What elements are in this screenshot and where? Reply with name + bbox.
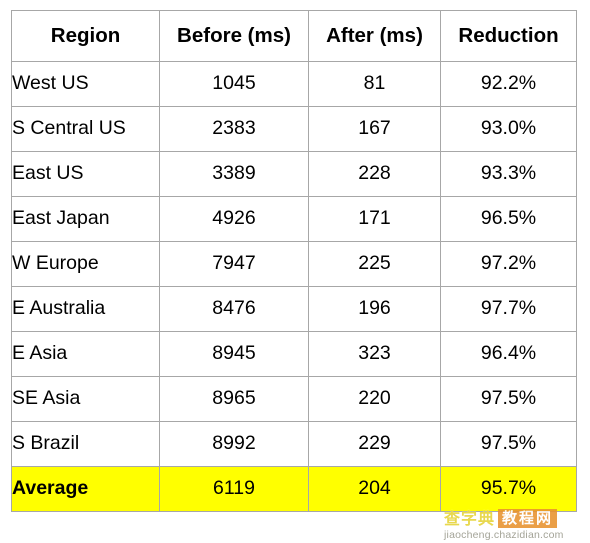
cell-region[interactable]: S Central US [11, 106, 160, 152]
table-body: West US 1045 81 92.2% S Central US 2383 167 93.… [11, 61, 577, 512]
table-row: S Brazil 8992 229 97.5% [11, 421, 577, 467]
spreadsheet-canvas: Region Before (ms) After (ms) Reduction … [0, 0, 590, 543]
cell-before[interactable]: 8992 [159, 421, 309, 467]
cell-region[interactable]: East US [11, 151, 160, 197]
column-header-reduction[interactable]: Reduction [440, 10, 577, 62]
table-row: East US 3389 228 93.3% [11, 151, 577, 197]
cell-reduction[interactable]: 96.5% [440, 196, 577, 242]
table-row: S Central US 2383 167 93.0% [11, 106, 577, 152]
table-row: Average 6119 204 95.7% [11, 466, 577, 512]
cell-region[interactable]: S Brazil [11, 421, 160, 467]
cell-after[interactable]: 220 [308, 376, 441, 422]
cell-reduction[interactable]: 92.2% [440, 61, 577, 107]
table-header-row: Region Before (ms) After (ms) Reduction [11, 10, 577, 62]
column-header-after[interactable]: After (ms) [308, 10, 441, 62]
site-watermark: 查字典 教程网 jiaocheng.chazidian.com [444, 509, 588, 541]
cell-after[interactable]: 228 [308, 151, 441, 197]
cell-after[interactable]: 167 [308, 106, 441, 152]
cell-region[interactable]: SE Asia [11, 376, 160, 422]
cell-before[interactable]: 2383 [159, 106, 309, 152]
table-row: E Asia 8945 323 96.4% [11, 331, 577, 377]
cell-reduction[interactable]: 97.7% [440, 286, 577, 332]
cell-region[interactable]: West US [11, 61, 160, 107]
cell-before[interactable]: 8965 [159, 376, 309, 422]
cell-before[interactable]: 1045 [159, 61, 309, 107]
latency-comparison-table: Region Before (ms) After (ms) Reduction … [11, 10, 577, 512]
cell-before[interactable]: 8476 [159, 286, 309, 332]
cell-before[interactable]: 7947 [159, 241, 309, 287]
cell-reduction[interactable]: 97.2% [440, 241, 577, 287]
column-header-before[interactable]: Before (ms) [159, 10, 309, 62]
cell-reduction[interactable]: 96.4% [440, 331, 577, 377]
cell-region[interactable]: E Asia [11, 331, 160, 377]
cell-after[interactable]: 204 [308, 466, 441, 512]
cell-after[interactable]: 171 [308, 196, 441, 242]
cell-region[interactable]: East Japan [11, 196, 160, 242]
table-row: East Japan 4926 171 96.5% [11, 196, 577, 242]
table-row: W Europe 7947 225 97.2% [11, 241, 577, 287]
cell-before[interactable]: 3389 [159, 151, 309, 197]
cell-after[interactable]: 323 [308, 331, 441, 377]
cell-reduction[interactable]: 95.7% [440, 466, 577, 512]
column-header-region[interactable]: Region [11, 10, 160, 62]
cell-reduction[interactable]: 93.0% [440, 106, 577, 152]
cell-after[interactable]: 225 [308, 241, 441, 287]
table-row: E Australia 8476 196 97.7% [11, 286, 577, 332]
watermark-url: jiaocheng.chazidian.com [444, 529, 564, 541]
table-row: SE Asia 8965 220 97.5% [11, 376, 577, 422]
table-header: Region Before (ms) After (ms) Reduction [11, 10, 577, 62]
cell-before[interactable]: 8945 [159, 331, 309, 377]
cell-reduction[interactable]: 97.5% [440, 376, 577, 422]
cell-before[interactable]: 6119 [159, 466, 309, 512]
cell-reduction[interactable]: 93.3% [440, 151, 577, 197]
cell-after[interactable]: 196 [308, 286, 441, 332]
cell-after[interactable]: 81 [308, 61, 441, 107]
table-row: West US 1045 81 92.2% [11, 61, 577, 107]
cell-reduction[interactable]: 97.5% [440, 421, 577, 467]
cell-after[interactable]: 229 [308, 421, 441, 467]
cell-region[interactable]: Average [11, 466, 160, 512]
cell-region[interactable]: W Europe [11, 241, 160, 287]
cell-before[interactable]: 4926 [159, 196, 309, 242]
cell-region[interactable]: E Australia [11, 286, 160, 332]
